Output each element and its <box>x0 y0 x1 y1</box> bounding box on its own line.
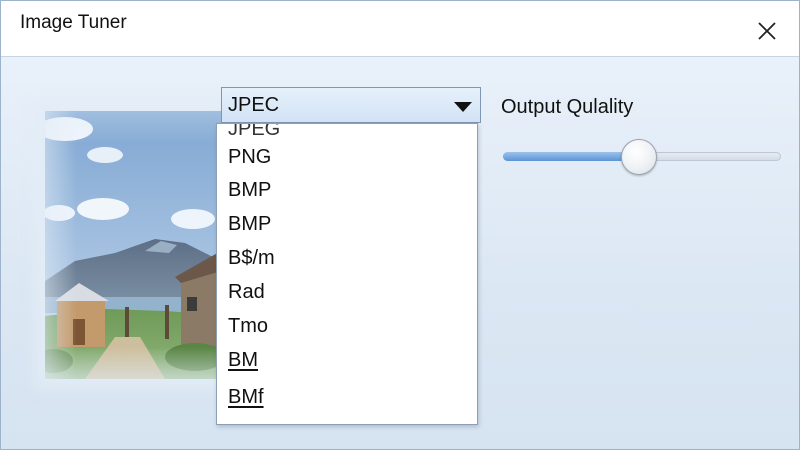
format-option-label: PNG <box>228 146 272 168</box>
close-button[interactable] <box>749 13 785 49</box>
slider-thumb[interactable] <box>621 139 658 175</box>
format-option-label: BMP <box>228 179 272 201</box>
window-title: Image Tuner <box>20 12 127 33</box>
format-option-label: B$/m <box>228 247 275 269</box>
format-option-bmp-2[interactable]: BMP <box>217 209 477 241</box>
format-option-png[interactable]: PNG <box>217 142 477 174</box>
format-option-bmp[interactable]: BMP <box>217 175 477 207</box>
format-option-label: BMP <box>228 213 272 235</box>
image-tuner-window: Image Tuner JPEC JPEG PNG BMP BMP B$/m R… <box>0 0 800 450</box>
title-bar: Image Tuner <box>1 1 799 57</box>
output-quality-label: Output Qulality <box>501 96 634 118</box>
format-option-label: BM <box>228 349 258 371</box>
format-select[interactable]: JPEC <box>221 87 481 123</box>
close-icon <box>758 22 776 40</box>
format-option-bmf[interactable]: BMf <box>217 382 477 414</box>
format-option-rad[interactable]: Rad <box>217 277 477 309</box>
format-option-label: JPEG <box>228 123 281 140</box>
format-option-tmo[interactable]: Tmo <box>217 311 477 343</box>
format-option-label: Tmo <box>228 315 268 337</box>
format-option-label: Rad <box>228 281 265 303</box>
format-option-bm[interactable]: BM <box>217 345 477 377</box>
output-quality-slider[interactable] <box>501 139 783 175</box>
image-preview <box>45 111 221 379</box>
slider-fill <box>503 152 640 161</box>
chevron-down-icon <box>454 102 472 112</box>
format-dropdown-list: JPEG PNG BMP BMP B$/m Rad Tmo BM BMf <box>216 123 478 425</box>
format-option-bsm[interactable]: B$/m <box>217 243 477 275</box>
format-select-value: JPEC <box>228 94 280 116</box>
format-option-label: BMf <box>228 386 264 408</box>
